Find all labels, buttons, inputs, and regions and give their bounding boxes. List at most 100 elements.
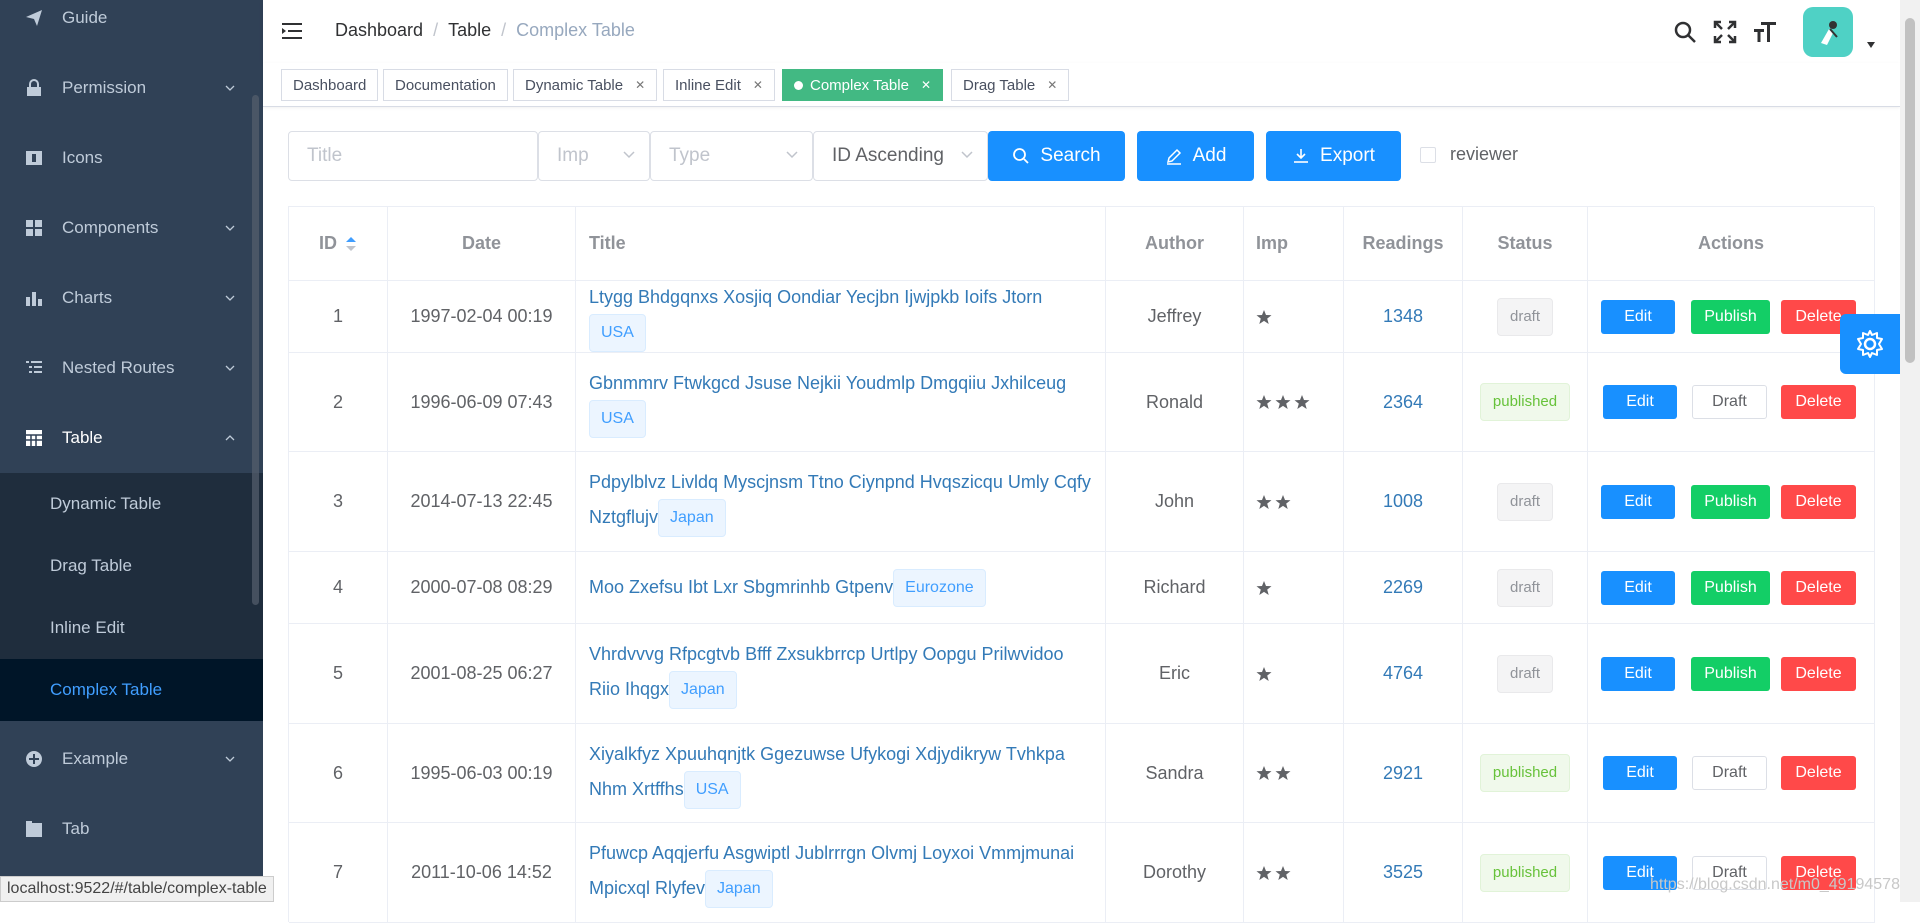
delete-button[interactable]: Delete <box>1781 570 1856 605</box>
cell-id: 1 <box>289 281 388 352</box>
imp-select[interactable]: Imp <box>538 131 650 181</box>
sidebar-item-label: Icons <box>62 148 103 167</box>
table-row: 4 2000-07-08 08:29 Moo Zxefsu Ibt Lxr Sb… <box>289 552 1875 624</box>
publish-button[interactable]: Publish <box>1691 299 1770 334</box>
tag-documentation[interactable]: Documentation <box>383 69 508 101</box>
hamburger-icon[interactable] <box>281 20 303 42</box>
delete-button[interactable]: Delete <box>1781 656 1856 691</box>
close-icon[interactable]: ✕ <box>635 78 645 92</box>
chevron-down-icon <box>225 225 235 231</box>
scrollbar-thumb[interactable] <box>1905 18 1915 363</box>
icons-icon <box>24 148 44 168</box>
cell-author: John <box>1106 452 1244 551</box>
edit-button[interactable]: Edit <box>1601 299 1675 334</box>
readings-link[interactable]: 3525 <box>1383 862 1423 883</box>
draft-button[interactable]: Draft <box>1692 385 1767 419</box>
star-icon <box>1275 395 1291 409</box>
edit-button[interactable]: Edit <box>1603 756 1677 790</box>
title-link[interactable]: Vhrdvvvg Rfpcgtvb Bfff Zxsukbrrcp Urtlpy… <box>589 644 1064 699</box>
country-tag: Japan <box>658 499 726 537</box>
cell-readings: 2269 <box>1344 552 1463 623</box>
tag-drag-table[interactable]: Drag Table ✕ <box>951 69 1070 101</box>
draft-button[interactable]: Draft <box>1692 756 1767 790</box>
country-tag: USA <box>683 770 741 809</box>
edit-button[interactable]: Edit <box>1601 656 1675 691</box>
publish-button[interactable]: Publish <box>1691 570 1770 605</box>
publish-button[interactable]: Publish <box>1691 656 1770 691</box>
tag-dynamic-table[interactable]: Dynamic Table ✕ <box>513 69 658 101</box>
sort-icon[interactable] <box>345 236 357 252</box>
delete-button[interactable]: Delete <box>1781 385 1856 419</box>
tag-inline-edit[interactable]: Inline Edit ✕ <box>663 69 775 101</box>
caret-down-icon[interactable] <box>1866 41 1876 49</box>
title-link[interactable]: Moo Zxefsu Ibt Lxr Sbgmrinhb Gtpenv <box>589 576 893 596</box>
sidebar-item-complex-table[interactable]: Complex Table <box>0 659 263 721</box>
readings-link[interactable]: 2269 <box>1383 577 1423 598</box>
font-size-icon[interactable] <box>1753 20 1777 44</box>
readings-link[interactable]: 2921 <box>1383 763 1423 784</box>
sidebar-item-dynamic-table[interactable]: Dynamic Table <box>0 473 263 535</box>
sidebar-item-inline-edit[interactable]: Inline Edit <box>0 597 263 659</box>
delete-button[interactable]: Delete <box>1781 484 1856 519</box>
cell-date: 2011-10-06 14:52 <box>388 823 576 922</box>
cell-date: 2001-08-25 06:27 <box>388 624 576 723</box>
add-button[interactable]: Add <box>1137 131 1254 181</box>
readings-link[interactable]: 2364 <box>1383 392 1423 413</box>
importance-stars <box>1256 309 1272 325</box>
sidebar-item-table[interactable]: Table <box>0 403 263 473</box>
cell-date: 1996-06-09 07:43 <box>388 353 576 451</box>
tag-dashboard[interactable]: Dashboard <box>281 69 379 101</box>
cell-author: Ronald <box>1106 353 1244 451</box>
export-button[interactable]: Export <box>1266 131 1401 181</box>
sidebar-item-charts[interactable]: Charts <box>0 263 263 333</box>
tag-complex-table[interactable]: Complex Table ✕ <box>782 69 944 101</box>
sidebar-scrollbar[interactable] <box>252 95 259 605</box>
sidebar-item-label: Table <box>62 428 103 447</box>
sidebar-item-example[interactable]: Example <box>0 724 263 794</box>
sidebar-item-permission[interactable]: Permission <box>0 53 263 123</box>
close-icon[interactable]: ✕ <box>753 78 763 92</box>
reviewer-checkbox[interactable] <box>1420 147 1436 163</box>
fullscreen-icon[interactable] <box>1713 20 1737 44</box>
title-link[interactable]: Ltygg Bhdgqnxs Xosjiq Oondiar Yecjbn Ijw… <box>589 287 1042 307</box>
title-link[interactable]: Xiyalkfyz Xpuuhqnjtk Ggezuwse Ufykogi Xd… <box>589 744 1065 799</box>
close-icon[interactable]: ✕ <box>1047 78 1057 92</box>
header-title: Title <box>576 207 1106 280</box>
title-link[interactable]: Pfuwcp Aqqjerfu Asgwiptl Jublrrrgn Olvmj… <box>589 843 1074 898</box>
page-scrollbar[interactable] <box>1900 0 1920 902</box>
settings-panel-button[interactable] <box>1840 314 1900 374</box>
importance-stars <box>1256 865 1291 881</box>
cell-id: 4 <box>289 552 388 623</box>
readings-link[interactable]: 1348 <box>1383 306 1423 327</box>
avatar[interactable] <box>1803 7 1853 57</box>
close-icon[interactable]: ✕ <box>921 78 931 92</box>
sidebar-item-components[interactable]: Components <box>0 193 263 263</box>
sidebar-item-drag-table[interactable]: Drag Table <box>0 535 263 597</box>
edit-button[interactable]: Edit <box>1601 570 1675 605</box>
edit-button[interactable]: Edit <box>1603 385 1677 419</box>
type-select[interactable]: Type <box>650 131 813 181</box>
delete-button[interactable]: Delete <box>1781 756 1856 790</box>
sidebar-item-guide[interactable]: Guide <box>0 0 263 53</box>
status-badge: published <box>1479 754 1571 792</box>
breadcrumb-dashboard[interactable]: Dashboard <box>335 20 423 41</box>
nested-icon <box>24 358 44 378</box>
sidebar-item-icons[interactable]: Icons <box>0 123 263 193</box>
search-button[interactable]: Search <box>988 131 1125 181</box>
sidebar-item-nested-routes[interactable]: Nested Routes <box>0 333 263 403</box>
sidebar-item-tab[interactable]: Tab <box>0 794 263 864</box>
breadcrumb-table[interactable]: Table <box>448 20 491 41</box>
importance-stars <box>1256 580 1272 596</box>
title-link[interactable]: Gbnmmrv Ftwkgcd Jsuse Nejkii Youdmlp Dmg… <box>589 373 1066 393</box>
search-icon[interactable] <box>1673 20 1697 44</box>
table-header: ID Date Title Author Imp Readings Status… <box>289 207 1875 281</box>
readings-link[interactable]: 4764 <box>1383 663 1423 684</box>
title-input[interactable]: Title <box>288 131 538 181</box>
chevron-down-icon <box>786 151 798 159</box>
header-id[interactable]: ID <box>289 207 388 280</box>
readings-link[interactable]: 1008 <box>1383 491 1423 512</box>
cell-author: Dorothy <box>1106 823 1244 922</box>
publish-button[interactable]: Publish <box>1691 484 1770 519</box>
edit-button[interactable]: Edit <box>1601 484 1675 519</box>
sort-select[interactable]: ID Ascending <box>813 131 988 181</box>
